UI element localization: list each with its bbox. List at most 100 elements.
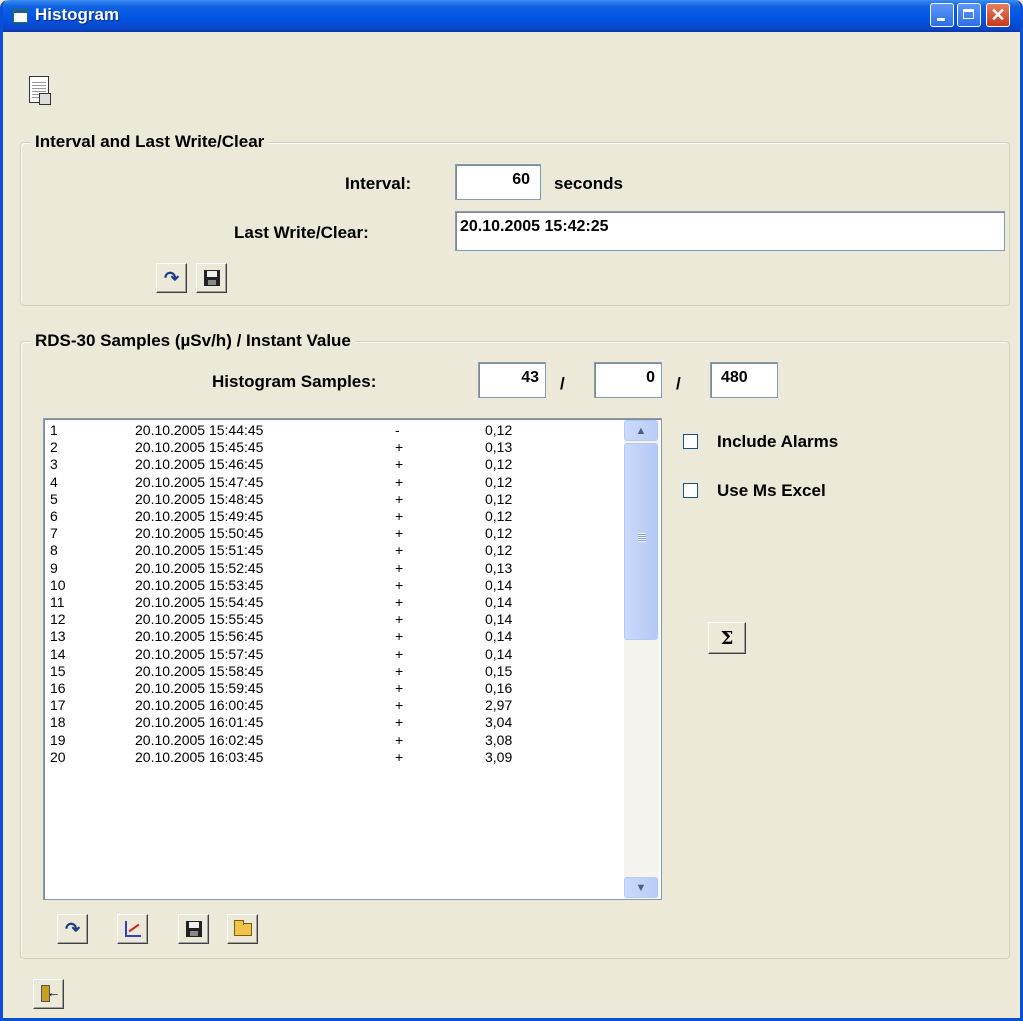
row-number: 12 [50, 611, 66, 628]
row-flag: + [395, 680, 404, 696]
row-timestamp: 20.10.2005 15:57:45 [135, 645, 264, 662]
row-flag: + [395, 473, 404, 490]
row-value: 0,13 [485, 439, 513, 456]
row-number: 17 [50, 697, 66, 714]
row-timestamp: 20.10.2005 15:59:45 [135, 680, 264, 696]
row-value: 0,14 [485, 594, 513, 610]
row-number: 10 [50, 576, 66, 593]
refresh-samples-button[interactable]: ↶ [57, 914, 88, 944]
exit-door-icon [40, 984, 61, 1003]
row-flag: + [395, 662, 404, 679]
scroll-up-icon[interactable]: ▲ [624, 420, 658, 441]
row-timestamp: 20.10.2005 15:54:45 [135, 594, 264, 610]
histogram-samples-start[interactable]: 0 [594, 362, 662, 398]
include-alarms-checkbox[interactable] [683, 434, 698, 449]
row-value: 3,09 [485, 748, 513, 765]
row-timestamp: 20.10.2005 16:02:45 [135, 731, 264, 748]
row-flag: + [395, 508, 404, 524]
row-timestamp: 20.10.2005 15:52:45 [135, 559, 264, 576]
row-flag: + [395, 542, 404, 559]
refresh-icon: ↶ [163, 267, 180, 288]
sigma-icon: Σ [720, 627, 734, 649]
row-number: 5 [50, 490, 58, 507]
row-flag: + [395, 490, 404, 507]
window-app-icon [13, 9, 28, 23]
row-value: 3,04 [485, 714, 513, 731]
row-flag: + [395, 731, 404, 748]
row-timestamp: 20.10.2005 15:46:45 [135, 456, 264, 473]
close-button[interactable]: ✕ [986, 3, 1010, 27]
row-flag: + [395, 697, 404, 714]
histogram-window: Histogram ✕ Interval and Last Write/Clea… [0, 0, 1023, 1021]
row-value: 0,14 [485, 628, 513, 645]
row-flag: + [395, 748, 404, 765]
row-value: 0,14 [485, 611, 513, 628]
exit-button[interactable] [33, 979, 64, 1009]
last-write-field[interactable]: 20.10.2005 15:42:25 [455, 211, 1005, 251]
include-alarms-label: Include Alarms [717, 432, 839, 451]
row-number: 7 [50, 525, 58, 542]
use-excel-checkbox[interactable] [683, 483, 698, 498]
row-number: 13 [50, 628, 66, 645]
row-timestamp: 20.10.2005 16:01:45 [135, 714, 264, 731]
row-timestamp: 20.10.2005 15:49:45 [135, 508, 264, 524]
row-flag: + [395, 456, 404, 473]
chart-button[interactable] [117, 914, 148, 944]
save-interval-button[interactable] [196, 263, 227, 293]
row-timestamp: 20.10.2005 16:00:45 [135, 697, 264, 714]
row-number: 16 [50, 680, 66, 696]
row-flag: + [395, 594, 404, 610]
maximize-icon [963, 9, 974, 19]
row-flag: + [395, 714, 404, 731]
minimize-button[interactable] [930, 3, 954, 27]
row-flag: + [395, 645, 404, 662]
title-bar[interactable]: Histogram ✕ [3, 0, 1020, 32]
open-folder-button[interactable] [227, 914, 258, 944]
row-number: 19 [50, 731, 66, 748]
samples-listbox[interactable]: 1 20.10.2005 15:44:45 - 0,12 2 20.10.2005 15:… [43, 418, 662, 900]
row-value: 0,14 [485, 645, 513, 662]
row-number: 18 [50, 714, 66, 731]
maximize-button[interactable] [957, 3, 981, 27]
scroll-thumb[interactable] [624, 443, 658, 640]
row-number: 15 [50, 662, 66, 679]
use-excel-label: Use Ms Excel [717, 481, 826, 500]
row-value: 0,13 [485, 559, 513, 576]
row-timestamp: 20.10.2005 15:56:45 [135, 628, 264, 645]
row-timestamp: 20.10.2005 15:50:45 [135, 525, 264, 542]
histogram-samples-max[interactable]: 480 [710, 362, 778, 398]
row-value: 0,12 [485, 542, 513, 559]
sum-button[interactable]: Σ [708, 622, 746, 654]
row-timestamp: 20.10.2005 15:45:45 [135, 439, 264, 456]
save-samples-button[interactable] [178, 914, 209, 944]
save-icon [185, 921, 202, 937]
scroll-down-icon[interactable]: ▼ [624, 877, 658, 898]
report-document-icon[interactable] [29, 76, 51, 105]
histogram-samples-count[interactable]: 43 [478, 362, 546, 398]
row-number: 20 [50, 748, 66, 765]
row-timestamp: 20.10.2005 16:03:45 [135, 748, 264, 765]
row-flag: + [395, 439, 404, 456]
refresh-interval-button[interactable]: ↶ [156, 263, 187, 293]
row-timestamp: 20.10.2005 15:51:45 [135, 542, 264, 559]
listbox-scrollbar[interactable]: ▲ ▼ [624, 420, 659, 898]
row-value: 0,12 [485, 508, 513, 524]
close-icon: ✕ [990, 5, 1006, 25]
row-timestamp: 20.10.2005 15:47:45 [135, 473, 264, 490]
row-number: 4 [50, 473, 58, 490]
row-flag: + [395, 559, 404, 576]
minimize-icon [937, 18, 945, 21]
row-flag: + [395, 611, 404, 628]
save-icon [203, 270, 220, 286]
row-flag: + [395, 525, 404, 542]
row-timestamp: 20.10.2005 15:58:45 [135, 662, 264, 679]
interval-input[interactable]: 60 [455, 164, 541, 200]
interval-unit: seconds [554, 174, 623, 193]
row-flag: - [395, 422, 400, 438]
row-value: 0,12 [485, 473, 513, 490]
interval-group-legend: Interval and Last Write/Clear [31, 132, 269, 152]
row-timestamp: 20.10.2005 15:55:45 [135, 611, 264, 628]
row-number: 8 [50, 542, 58, 559]
samples-group-legend: RDS-30 Samples (µSv/h) / Instant Value [31, 331, 355, 351]
scroll-grip-icon [638, 533, 646, 542]
